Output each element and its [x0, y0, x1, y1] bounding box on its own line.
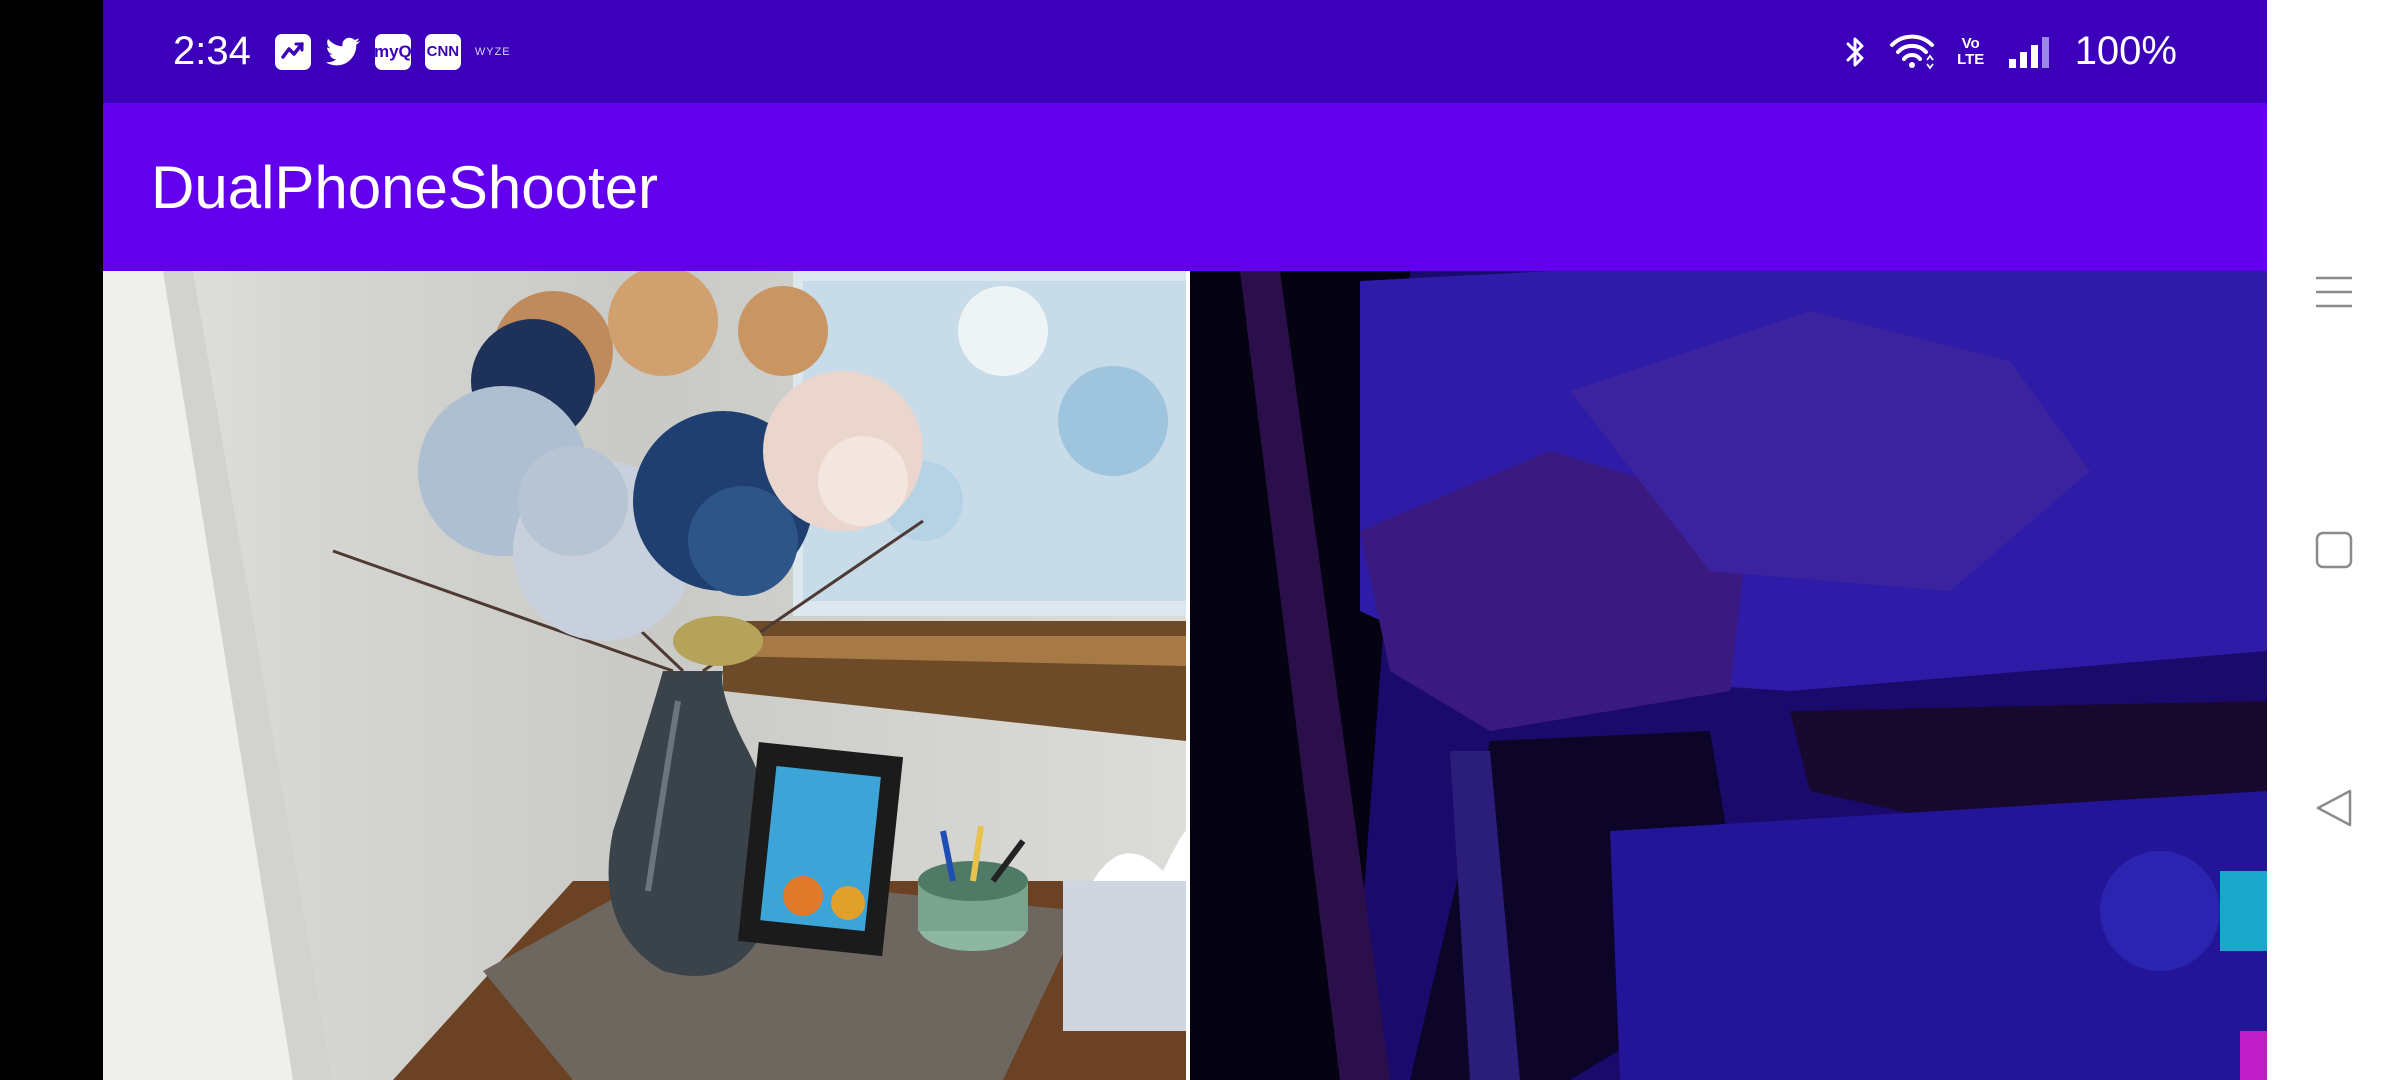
camera-scene	[103, 271, 1186, 1080]
cnn-icon: CNN	[424, 33, 461, 70]
wifi-icon	[1889, 34, 1935, 70]
app-title: DualPhoneShooter	[151, 153, 659, 221]
battery-percent: 100%	[2074, 29, 2177, 73]
recent-apps-button[interactable]	[2267, 232, 2400, 352]
myq-icon: myQ	[374, 33, 412, 70]
square-icon	[2314, 530, 2354, 570]
signal-icon	[2007, 35, 2053, 69]
menu-lines-icon	[2314, 272, 2354, 312]
preview-area	[103, 271, 2267, 1080]
app-window: 2:34 myQ CNN WYZE Vo LTE 100% DualPhoneS…	[103, 0, 2267, 1080]
back-button[interactable]	[2267, 748, 2400, 868]
volte-icon: Vo LTE	[1957, 34, 1985, 68]
wyze-icon: WYZE	[474, 45, 511, 58]
app-bar: DualPhoneShooter	[103, 103, 2267, 271]
depth-scene	[1190, 271, 2267, 1080]
left-bezel	[0, 0, 103, 1080]
back-triangle-icon	[2314, 788, 2354, 828]
status-right: Vo LTE 100%	[1845, 0, 2177, 103]
status-left: 2:34 myQ CNN WYZE	[173, 0, 511, 103]
activity-icon	[274, 33, 311, 70]
status-time: 2:34	[173, 29, 251, 73]
depth-preview[interactable]	[1190, 271, 2267, 1080]
navigation-bar	[2267, 0, 2400, 1080]
bluetooth-icon	[1845, 34, 1867, 70]
twitter-icon	[325, 34, 361, 70]
camera-preview[interactable]	[103, 271, 1186, 1080]
status-bar: 2:34 myQ CNN WYZE Vo LTE 100%	[103, 0, 2267, 103]
home-button[interactable]	[2267, 490, 2400, 610]
